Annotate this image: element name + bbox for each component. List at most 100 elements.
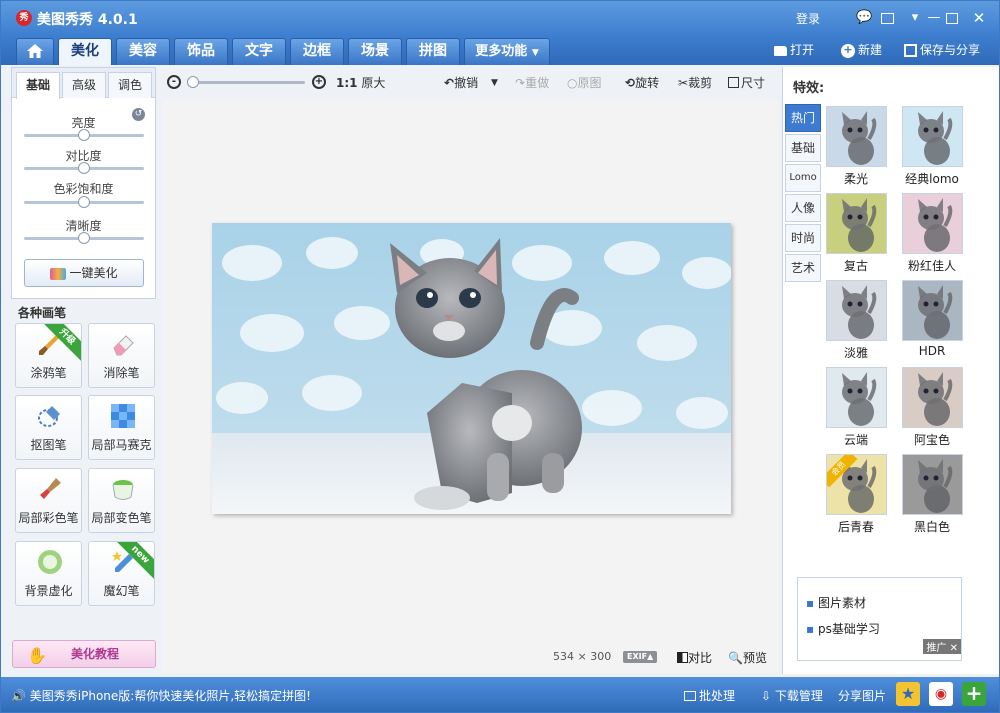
- effect-item[interactable]: 云端: [823, 367, 889, 447]
- image-height: 300: [590, 650, 612, 663]
- effect-item[interactable]: 会员 后青春: [823, 454, 889, 534]
- brush-doodle[interactable]: 升级 涂鸦笔: [15, 323, 82, 388]
- effect-item[interactable]: 粉红佳人: [899, 193, 965, 273]
- exif-button[interactable]: EXIF▲: [623, 651, 658, 663]
- sharpness-knob[interactable]: [78, 232, 90, 244]
- effect-cat-basic[interactable]: 基础: [785, 134, 821, 162]
- tab-frame[interactable]: 边框: [290, 38, 344, 65]
- effect-thumbnail: [902, 367, 963, 428]
- login-link[interactable]: 登录: [796, 10, 820, 27]
- effect-cat-portrait[interactable]: 人像: [785, 194, 821, 222]
- new-button[interactable]: + 新建: [841, 41, 882, 59]
- ad-link-2[interactable]: ▪ ps基础学习: [806, 620, 880, 637]
- effect-item[interactable]: 复古: [823, 193, 889, 273]
- brush-doodle-label: 涂鸦笔: [30, 366, 67, 380]
- zoom-slider-knob[interactable]: [187, 76, 199, 88]
- save-share-button[interactable]: 保存与分享: [904, 41, 980, 59]
- chevron-down-icon: ▼: [491, 78, 498, 88]
- effect-item[interactable]: 经典lomo: [899, 106, 965, 186]
- effect-label: 云端: [843, 433, 868, 447]
- tab-home[interactable]: [16, 38, 54, 65]
- tutorial-button[interactable]: ✋ 美化教程: [12, 640, 156, 668]
- undo-button[interactable]: ↶撤销: [444, 75, 478, 91]
- effect-thumbnail: [902, 106, 963, 167]
- feedback-icon[interactable]: 💬: [856, 11, 872, 25]
- effect-cat-fashion[interactable]: 时尚: [785, 224, 821, 252]
- image-size-readout: 534 × 300: [553, 650, 611, 663]
- effect-item[interactable]: 阿宝色: [899, 367, 965, 447]
- brightness-knob[interactable]: [78, 129, 90, 141]
- tab-more[interactable]: 更多功能 ▼: [464, 38, 550, 65]
- menu-icon[interactable]: ▾: [907, 11, 923, 25]
- actual-size-button[interactable]: 1:1 原大: [336, 75, 385, 91]
- redo-button[interactable]: ↷重做: [515, 75, 549, 91]
- effect-cat-hot[interactable]: 热门: [785, 104, 821, 132]
- subtab-color[interactable]: 调色: [108, 72, 152, 98]
- weibo-icon[interactable]: ◉: [929, 682, 953, 706]
- subtab-advanced[interactable]: 高级: [62, 72, 106, 98]
- ad-tag[interactable]: 推广 ✕: [923, 639, 961, 654]
- effect-item[interactable]: 柔光: [823, 106, 889, 186]
- crop-button[interactable]: ✂裁剪: [678, 75, 712, 91]
- preview-label: 预览: [742, 651, 767, 665]
- resize-icon: [728, 77, 739, 88]
- saturation-slider[interactable]: [24, 196, 144, 208]
- maximize-icon[interactable]: [946, 13, 958, 24]
- sharpness-slider[interactable]: [24, 232, 144, 244]
- effect-label: 后青春: [837, 520, 874, 534]
- brush-cutout[interactable]: 抠图笔: [15, 395, 82, 460]
- resize-button[interactable]: 尺寸: [728, 75, 765, 91]
- saturation-label: 色彩饱和度: [53, 182, 114, 196]
- status-message[interactable]: 🔊 美图秀秀iPhone版:帮你快速美化照片,轻松搞定拼图!: [11, 687, 311, 704]
- effect-item[interactable]: 黑白色: [899, 454, 965, 534]
- share-image-button[interactable]: 分享图片: [838, 687, 886, 704]
- add-icon[interactable]: +: [962, 682, 986, 706]
- contrast-slider[interactable]: [24, 162, 144, 174]
- compare-button[interactable]: 对比: [677, 649, 712, 666]
- minimize-icon[interactable]: —: [926, 11, 942, 25]
- rotate-button[interactable]: ⟲旋转: [625, 75, 659, 91]
- brush-magic[interactable]: new 魔幻笔: [88, 541, 155, 606]
- star-icon[interactable]: ★: [896, 682, 920, 706]
- ad-link-1[interactable]: ▪ 图片素材: [806, 594, 866, 611]
- tab-accessories[interactable]: 饰品: [174, 38, 228, 65]
- tab-scene[interactable]: 场景: [348, 38, 402, 65]
- effect-item[interactable]: HDR: [899, 280, 965, 360]
- effect-cat-art[interactable]: 艺术: [785, 254, 821, 282]
- tab-text[interactable]: 文字: [232, 38, 286, 65]
- effect-label: 柔光: [843, 172, 868, 186]
- batch-button[interactable]: 批处理: [684, 687, 735, 704]
- tab-collage[interactable]: 拼图: [406, 38, 460, 65]
- open-button[interactable]: 打开: [774, 41, 814, 59]
- brush-bg-blur[interactable]: 背景虚化: [15, 541, 82, 606]
- close-icon[interactable]: ✕: [971, 11, 987, 26]
- undo-dropdown[interactable]: ▼: [491, 75, 498, 91]
- kitten-photo[interactable]: [212, 223, 731, 514]
- one-key-beautify-button[interactable]: 一键美化: [24, 259, 144, 287]
- brush-eraser[interactable]: 消除笔: [88, 323, 155, 388]
- preview-button[interactable]: 🔍预览: [728, 649, 767, 666]
- brush-mosaic[interactable]: 局部马赛克: [88, 395, 155, 460]
- download-manager-button[interactable]: ⇩ 下载管理: [761, 687, 823, 704]
- brush-recolor[interactable]: 局部变色笔: [88, 468, 155, 533]
- brightness-slider[interactable]: [24, 129, 144, 141]
- saturation-knob[interactable]: [78, 196, 90, 208]
- subtab-basic[interactable]: 基础: [16, 72, 60, 99]
- original-label: 原图: [577, 76, 602, 90]
- skin-icon[interactable]: [881, 13, 894, 24]
- contrast-knob[interactable]: [78, 162, 90, 174]
- ad-link-2-label: ps基础学习: [817, 622, 880, 636]
- effect-cat-lomo[interactable]: Lomo: [785, 164, 821, 192]
- zoom-in-icon[interactable]: +: [312, 75, 326, 89]
- tab-beauty[interactable]: 美容: [116, 38, 170, 65]
- effect-item[interactable]: 淡雅: [823, 280, 889, 360]
- brush-local-color[interactable]: 局部彩色笔: [15, 468, 82, 533]
- preview-icon: 🔍: [728, 651, 743, 665]
- redo-label: 重做: [525, 76, 550, 90]
- brush-magic-label: 魔幻笔: [103, 584, 140, 598]
- original-button[interactable]: ○原图: [567, 75, 602, 91]
- zoom-out-icon[interactable]: -: [167, 75, 181, 89]
- open-label: 打开: [790, 43, 815, 57]
- tab-beautify[interactable]: 美化: [58, 38, 112, 65]
- zoom-slider[interactable]: [187, 76, 305, 88]
